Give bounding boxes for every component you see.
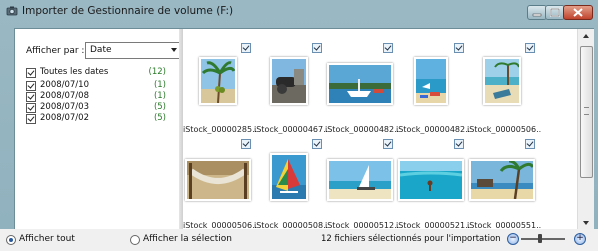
plus-icon: + (576, 233, 584, 243)
show-by-value: Date (90, 45, 112, 55)
vertical-scrollbar[interactable] (577, 29, 594, 230)
date-filter-item[interactable]: 2008/07/10 (1) (26, 80, 166, 91)
thumbnail-checkbox[interactable] (241, 139, 251, 149)
photo-image[interactable] (199, 57, 237, 105)
date-checkbox[interactable] (26, 103, 36, 113)
minus-icon: − (509, 233, 517, 243)
photo-image[interactable] (270, 153, 308, 201)
photo-thumbnail[interactable]: iStock_00000521... (396, 137, 470, 230)
photo-image[interactable] (469, 159, 535, 201)
thumbnail-grid: iStock_00000285... iStock_00000467... iSto… (183, 29, 577, 230)
date-checkbox[interactable] (26, 81, 36, 91)
photo-thumbnail[interactable]: iStock_00000482... (396, 41, 470, 137)
filter-pane: Afficher par : Date Toutes les dates (12)… (15, 29, 181, 230)
photo-image[interactable] (398, 159, 464, 201)
zoom-out-button[interactable]: − (507, 233, 519, 245)
date-count: (5) (153, 102, 166, 112)
photo-image[interactable] (327, 63, 393, 105)
window-title: Importer de Gestionnaire de volume (F:) (22, 5, 234, 17)
photo-thumbnail[interactable]: iStock_00000506... (183, 137, 257, 230)
show-by-label: Afficher par : (26, 46, 85, 56)
photo-image[interactable] (327, 159, 393, 201)
show-all-label[interactable]: Afficher tout (19, 234, 75, 244)
import-content: Afficher par : Date Toutes les dates (12)… (14, 28, 594, 231)
photo-thumbnail[interactable]: iStock_00000508... (254, 137, 328, 230)
selection-summary: 12 fichiers sélectionnés pour l'importat… (321, 234, 501, 244)
date-checkbox[interactable] (26, 114, 36, 124)
maximize-button[interactable] (545, 5, 565, 20)
date-label: 2008/07/02 (40, 113, 89, 123)
photo-thumbnail[interactable]: iStock_00000512... (325, 137, 399, 230)
date-count: (1) (153, 91, 166, 101)
thumbnail-checkbox[interactable] (312, 139, 322, 149)
thumbnail-checkbox[interactable] (383, 139, 393, 149)
date-filter-item[interactable]: Toutes les dates (12) (26, 67, 166, 78)
photo-thumbnail[interactable]: iStock_00000467... (254, 41, 328, 137)
zoom-in-button[interactable]: + (574, 233, 586, 245)
file-name: iStock_00000482... (396, 125, 470, 134)
camera-import-icon (6, 6, 18, 16)
scrollbar-thumb[interactable] (580, 46, 593, 178)
scroll-down-icon[interactable] (583, 221, 589, 225)
file-name: iStock_00000467... (254, 125, 328, 134)
minimize-button[interactable] (527, 5, 547, 20)
thumbnail-checkbox[interactable] (383, 43, 393, 53)
photo-image[interactable] (270, 57, 308, 105)
thumbnail-checkbox[interactable] (454, 43, 464, 53)
show-selection-label[interactable]: Afficher la sélection (143, 234, 232, 244)
photo-thumbnail[interactable]: iStock_00000285... (183, 41, 257, 137)
photo-image[interactable] (414, 57, 448, 105)
minimize-icon (532, 13, 542, 17)
chevron-down-icon (171, 48, 177, 52)
scroll-up-icon[interactable] (583, 34, 589, 38)
import-window: Importer de Gestionnaire de volume (F:) … (0, 0, 598, 251)
date-filter-item[interactable]: 2008/07/03 (5) (26, 102, 166, 113)
date-count: (5) (153, 113, 166, 123)
show-all-radio[interactable] (6, 235, 16, 245)
file-name: iStock_00000285... (183, 125, 257, 134)
photo-thumbnail[interactable]: iStock_00000506... (467, 41, 541, 137)
date-filter-item[interactable]: 2008/07/02 (5) (26, 113, 166, 124)
thumbnail-checkbox[interactable] (525, 139, 535, 149)
title-bar[interactable]: Importer de Gestionnaire de volume (F:) (0, 0, 598, 22)
photo-image[interactable] (483, 57, 521, 105)
date-label: 2008/07/08 (40, 91, 89, 101)
date-count: (12) (148, 67, 166, 77)
date-checkbox[interactable] (26, 68, 36, 78)
zoom-slider[interactable] (521, 238, 565, 240)
thumbnail-checkbox[interactable] (312, 43, 322, 53)
photo-thumbnail[interactable]: iStock_00000551... (467, 137, 541, 230)
date-filter-item[interactable]: 2008/07/08 (1) (26, 91, 166, 102)
photo-image[interactable] (185, 159, 251, 201)
close-button[interactable] (563, 5, 593, 20)
grip-icon (584, 107, 589, 115)
date-label: Toutes les dates (40, 67, 109, 77)
show-selection-radio[interactable] (130, 235, 140, 245)
date-label: 2008/07/03 (40, 102, 89, 112)
date-count: (1) (153, 80, 166, 90)
thumbnail-checkbox[interactable] (525, 43, 535, 53)
photo-thumbnail[interactable]: iStock_00000482... (325, 41, 399, 137)
thumbnail-checkbox[interactable] (241, 43, 251, 53)
status-bar: Afficher tout Afficher la sélection 12 f… (0, 229, 598, 251)
maximize-icon (550, 8, 560, 17)
show-by-dropdown[interactable]: Date (85, 42, 181, 59)
file-name: iStock_00000506... (467, 125, 541, 134)
close-icon (573, 8, 583, 17)
date-checkbox[interactable] (26, 92, 36, 102)
date-label: 2008/07/10 (40, 80, 89, 90)
thumbnail-checkbox[interactable] (454, 139, 464, 149)
file-name: iStock_00000482... (325, 125, 399, 134)
zoom-slider-thumb[interactable] (538, 234, 542, 243)
